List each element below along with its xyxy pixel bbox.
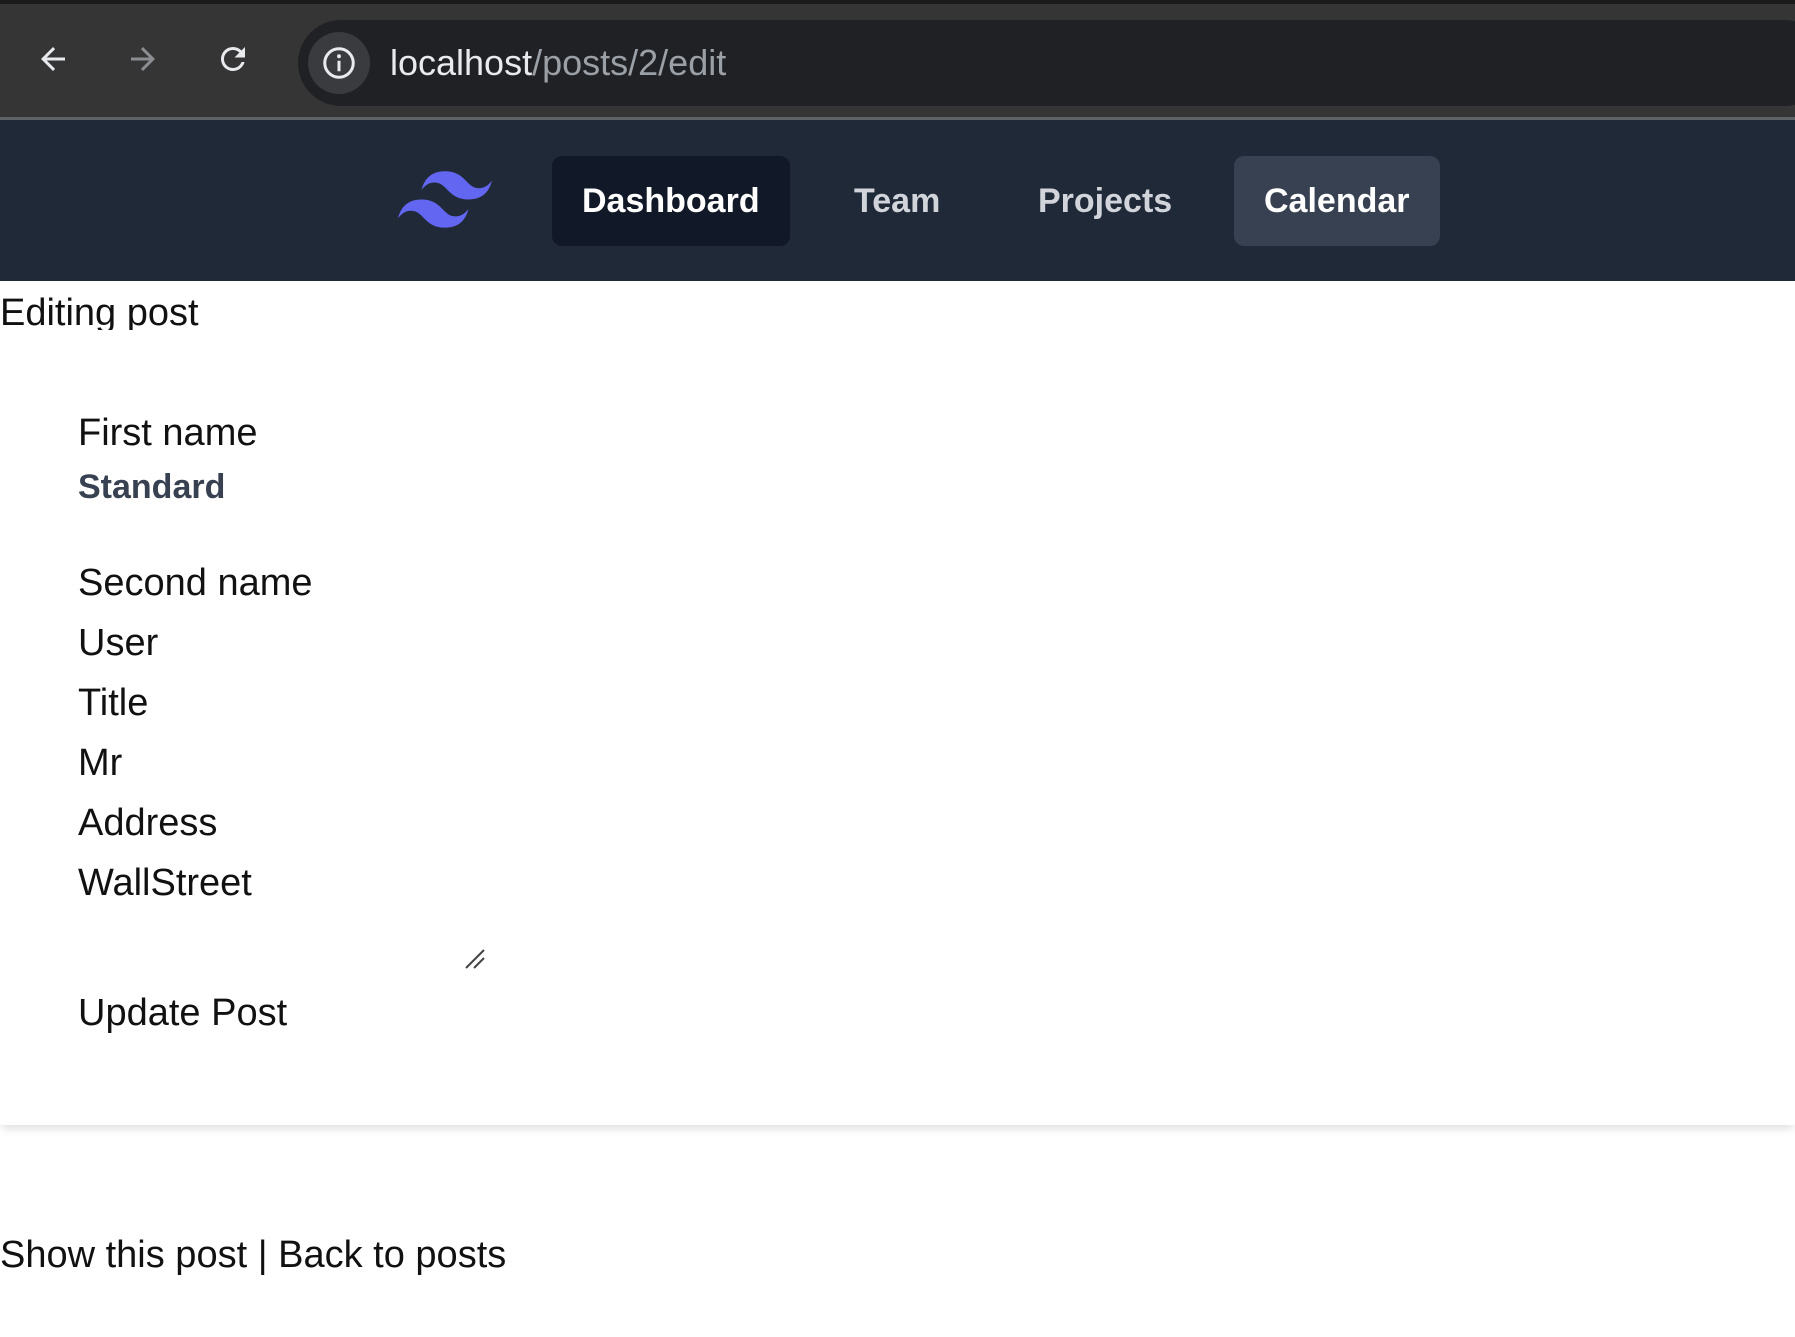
second-name-label: Second name	[78, 562, 313, 604]
first-name-label: First name	[78, 412, 258, 454]
address-bar[interactable]: localhost/posts/2/edit	[298, 20, 1795, 106]
post-form: First name Standard Second name User Tit…	[0, 330, 1795, 1125]
browser-toolbar: localhost/posts/2/edit	[0, 0, 1795, 120]
nav-projects[interactable]: Projects	[1008, 156, 1202, 246]
nav-calendar[interactable]: Calendar	[1234, 156, 1440, 246]
first-name-value[interactable]: Standard	[78, 468, 225, 507]
title-field[interactable]: Mr	[78, 742, 122, 785]
reload-button[interactable]	[206, 32, 260, 86]
tailwind-logo-icon[interactable]	[398, 170, 492, 230]
reload-icon	[220, 46, 245, 71]
update-post-button[interactable]: Update Post	[78, 992, 287, 1035]
back-button[interactable]	[26, 32, 80, 86]
second-name-field[interactable]: User	[78, 622, 158, 665]
footer-links: Show this post | Back to posts	[0, 1234, 506, 1277]
page-title: Editing post	[0, 292, 199, 334]
url-text[interactable]: localhost/posts/2/edit	[390, 40, 726, 86]
url-host: localhost	[390, 42, 533, 83]
url-path: /posts/2/edit	[532, 42, 727, 83]
address-textarea[interactable]: WallStreet	[78, 862, 252, 905]
arrow-left-icon	[41, 47, 65, 71]
nav-dashboard[interactable]: Dashboard	[552, 156, 790, 246]
show-post-link[interactable]: Show this post	[0, 1234, 247, 1276]
arrow-right-icon	[131, 47, 155, 71]
app-navbar: Dashboard Team Projects Calendar	[0, 120, 1795, 281]
nav-team[interactable]: Team	[824, 156, 970, 246]
textarea-resize-handle-icon[interactable]	[462, 946, 488, 972]
forward-button[interactable]	[116, 32, 170, 86]
back-to-posts-link[interactable]: Back to posts	[278, 1234, 506, 1276]
link-separator: |	[257, 1234, 268, 1276]
site-info-icon[interactable]	[308, 32, 370, 94]
address-label: Address	[78, 802, 218, 844]
info-circle-icon	[323, 47, 355, 79]
title-label: Title	[78, 682, 149, 724]
